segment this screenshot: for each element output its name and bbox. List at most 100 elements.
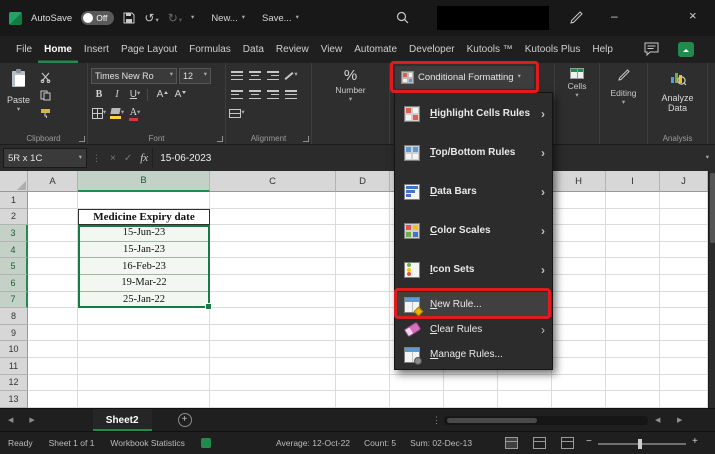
cell-C13[interactable] [210, 391, 336, 408]
row-header-11[interactable]: 11 [0, 358, 28, 375]
insert-function-icon[interactable]: fx [140, 152, 148, 164]
row-header-6[interactable]: 6 [0, 275, 28, 292]
cell-B7[interactable]: 25-Jan-22 [78, 292, 210, 309]
page-layout-view-button[interactable] [533, 437, 546, 449]
tab-scroll-splitter[interactable]: ⋮ [432, 415, 441, 426]
font-dialog-launcher-icon[interactable] [217, 136, 223, 142]
cell-D13[interactable] [336, 391, 390, 408]
next-sheet-icon[interactable]: ▶ [21, 416, 42, 424]
status-sum[interactable]: Sum: 02-Dec-13 [410, 438, 472, 448]
cell-D2[interactable] [336, 209, 390, 226]
prev-sheet-icon[interactable]: ◀ [0, 416, 21, 424]
cell-H7[interactable] [552, 292, 606, 309]
align-top-button[interactable] [229, 68, 245, 84]
conditional-formatting-button[interactable]: Conditional Formatting ▾ [395, 66, 534, 89]
cell-C12[interactable] [210, 375, 336, 392]
cell-C3[interactable] [210, 225, 336, 242]
cell-F13[interactable] [444, 391, 498, 408]
cell-D12[interactable] [336, 375, 390, 392]
cell-A1[interactable] [28, 192, 78, 209]
cell-B6[interactable]: 19-Mar-22 [78, 275, 210, 292]
cell-C7[interactable] [210, 292, 336, 309]
cell-I7[interactable] [606, 292, 660, 309]
cell-A5[interactable] [28, 258, 78, 275]
cell-G13[interactable] [498, 391, 552, 408]
redo-button[interactable]: ↻▾ [168, 12, 182, 24]
cell-A3[interactable] [28, 225, 78, 242]
status-count[interactable]: Count: 5 [364, 438, 396, 448]
cell-I2[interactable] [606, 209, 660, 226]
autosave-toggle[interactable]: Off [81, 11, 114, 25]
borders-button[interactable]: ▾ [91, 106, 107, 122]
cell-J12[interactable] [660, 375, 708, 392]
cell-D1[interactable] [336, 192, 390, 209]
row-header-1[interactable]: 1 [0, 192, 28, 209]
cell-C11[interactable] [210, 358, 336, 375]
cell-H1[interactable] [552, 192, 606, 209]
clipboard-dialog-launcher-icon[interactable] [79, 136, 85, 142]
cells-group-button[interactable]: Cells ▾ [555, 63, 600, 144]
tab-insert[interactable]: Insert [78, 36, 115, 63]
horizontal-scrollbar-thumb[interactable] [447, 418, 537, 423]
page-break-view-button[interactable] [561, 437, 574, 449]
add-sheet-button[interactable]: + [178, 413, 192, 427]
cell-B12[interactable] [78, 375, 210, 392]
column-header-H[interactable]: H [552, 171, 606, 192]
align-left-button[interactable] [229, 87, 245, 103]
cell-A9[interactable] [28, 325, 78, 342]
cell-A11[interactable] [28, 358, 78, 375]
merge-center-button[interactable]: ▾ [229, 106, 245, 122]
font-size-select[interactable]: 12▾ [179, 68, 211, 84]
horizontal-scrollbar[interactable] [444, 416, 648, 425]
status-average[interactable]: Average: 12-Oct-22 [276, 438, 350, 448]
share-icon[interactable] [678, 42, 694, 57]
tab-automate[interactable]: Automate [348, 36, 403, 63]
row-header-7[interactable]: 7 [0, 292, 28, 309]
menu-item-icon-sets[interactable]: Icon Sets› [395, 250, 552, 289]
paste-button[interactable]: Paste ▾ [3, 66, 34, 121]
cell-I13[interactable] [606, 391, 660, 408]
tab-help[interactable]: Help [586, 36, 619, 63]
cell-I3[interactable] [606, 225, 660, 242]
cell-B9[interactable] [78, 325, 210, 342]
name-box[interactable]: 5R x 1C▾ [3, 148, 87, 168]
column-header-D[interactable]: D [336, 171, 390, 192]
normal-view-button[interactable] [505, 437, 518, 449]
cancel-entry-icon[interactable]: × [110, 153, 116, 164]
zoom-slider-thumb[interactable] [638, 439, 642, 449]
fill-color-button[interactable]: ▾ [109, 106, 125, 122]
row-header-10[interactable]: 10 [0, 341, 28, 358]
undo-button[interactable]: ↺▾ [144, 12, 158, 24]
cell-A2[interactable] [28, 209, 78, 226]
row-header-12[interactable]: 12 [0, 375, 28, 392]
select-all-button[interactable] [0, 171, 28, 192]
document-name[interactable]: New...▾ [211, 13, 245, 24]
font-name-select[interactable]: Times New Ro▾ [91, 68, 177, 84]
cell-H8[interactable] [552, 308, 606, 325]
document-save-status[interactable]: Save...▾ [262, 13, 299, 24]
column-header-J[interactable]: J [660, 171, 708, 192]
cell-D7[interactable] [336, 292, 390, 309]
workbook-statistics[interactable]: Workbook Statistics [110, 438, 184, 448]
row-header-2[interactable]: 2 [0, 209, 28, 226]
row-header-5[interactable]: 5 [0, 258, 28, 275]
cell-I12[interactable] [606, 375, 660, 392]
cell-A12[interactable] [28, 375, 78, 392]
row-header-13[interactable]: 13 [0, 391, 28, 408]
formula-bar-splitter[interactable]: ⋮ [92, 153, 101, 164]
row-header-3[interactable]: 3 [0, 225, 28, 242]
cell-H13[interactable] [552, 391, 606, 408]
cell-I4[interactable] [606, 242, 660, 259]
cell-E13[interactable] [390, 391, 444, 408]
decrease-font-size-button[interactable]: A [170, 87, 186, 103]
menu-item-highlight-cells-rules[interactable]: Highlight Cells Rules› [395, 94, 552, 133]
cell-D3[interactable] [336, 225, 390, 242]
cell-H12[interactable] [552, 375, 606, 392]
cell-B11[interactable] [78, 358, 210, 375]
cell-B3[interactable]: 15-Jun-23 [78, 225, 210, 242]
cell-J4[interactable] [660, 242, 708, 259]
minimize-button[interactable]: – [611, 9, 618, 23]
cell-I10[interactable] [606, 341, 660, 358]
cell-B8[interactable] [78, 308, 210, 325]
menu-item-data-bars[interactable]: Data Bars› [395, 172, 552, 211]
